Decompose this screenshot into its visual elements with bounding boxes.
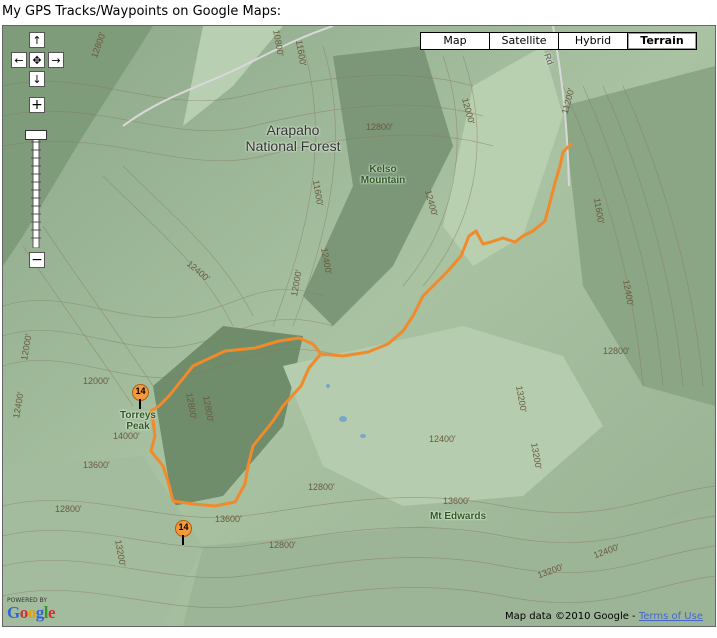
map-type-map[interactable]: Map [421,33,490,49]
pan-left-button[interactable]: ← [11,52,27,68]
kelso-mountain-label: Kelso Mountain [360,164,406,186]
attribution-text: Map data ©2010 Google - [505,611,636,622]
zoom-out-button[interactable]: − [29,252,45,268]
contour-label: 12800' [308,482,335,492]
contour-label: 12800' [603,346,630,356]
pan-down-button[interactable]: ↓ [29,71,45,87]
terms-of-use-link[interactable]: Terms of Use [639,611,703,622]
contour-label: 14000' [113,431,140,441]
map-type-hybrid[interactable]: Hybrid [559,33,628,49]
forest-label: Arapaho National Forest [245,122,341,154]
map-attribution: Map data ©2010 Google - Terms of Use [505,611,703,622]
contour-label: 13600' [83,460,110,470]
marker-stem [182,535,184,545]
contour-label: 12400' [429,434,456,444]
powered-by-google-logo[interactable]: POWERED BY Google [7,597,69,622]
torreys-peak-label: Torreys Peak [120,410,156,432]
zoom-in-button[interactable]: + [29,97,45,113]
map-type-terrain[interactable]: Terrain [628,33,696,49]
map-type-satellite[interactable]: Satellite [490,33,559,49]
terrain-layer [3,26,715,626]
contour-label: 12800' [269,540,296,550]
zoom-slider-track[interactable] [28,136,44,248]
contour-label: 12800' [55,504,82,514]
marker-stem [139,399,141,409]
waypoint-marker-label: 14 [135,386,146,396]
contour-label: 13600' [443,496,470,506]
contour-label: 12800' [366,122,393,132]
map-type-selector: Map Satellite Hybrid Terrain [420,32,697,50]
google-logo-text: Google [7,603,56,622]
waypoint-marker[interactable]: 14 [175,520,193,545]
contour-label: 13600' [215,514,242,524]
zoom-slider-thumb[interactable] [25,129,47,140]
contour-label: 12000' [83,376,110,386]
waypoint-marker[interactable]: 14 [132,384,150,409]
pan-up-button[interactable]: ↑ [29,32,45,48]
waypoint-marker-label: 14 [178,522,189,532]
mt-edwards-label: Mt Edwards [429,511,487,522]
pan-center-button[interactable]: ✥ [29,52,45,68]
pan-right-button[interactable]: → [48,52,64,68]
page-title: My GPS Tracks/Waypoints on Google Maps: [2,4,282,19]
map-viewport[interactable]: Map Satellite Hybrid Terrain ↑ ← ✥ → ↓ +… [2,25,716,627]
